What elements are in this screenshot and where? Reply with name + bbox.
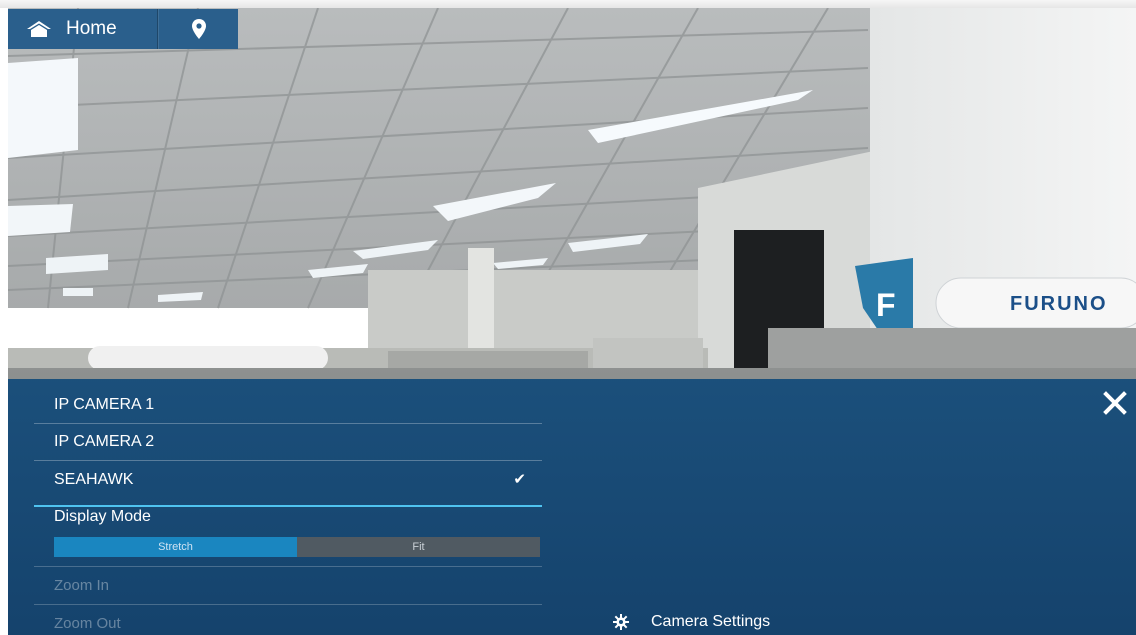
zoom-in-button[interactable]: Zoom In xyxy=(34,566,542,603)
display-mode-fit[interactable]: Fit xyxy=(297,537,540,557)
camera-item-label: IP CAMERA 1 xyxy=(54,396,155,413)
home-icon xyxy=(27,21,51,37)
camera-item-label: IP CAMERA 2 xyxy=(54,433,155,450)
camera-app: F FURUNO Home IP CAMERA 1 IP CAMERA 2 SE… xyxy=(0,0,1136,635)
camera-settings-button[interactable]: Camera Settings xyxy=(613,613,770,631)
furuno-radome-text: FURUNO xyxy=(1010,293,1108,315)
camera-item-label: SEAHAWK xyxy=(54,471,134,488)
home-button-label: Home xyxy=(66,18,117,39)
camera-selection-panel: IP CAMERA 1 IP CAMERA 2 SEAHAWK ✔ Displa… xyxy=(8,379,1136,635)
display-mode-stretch[interactable]: Stretch xyxy=(54,537,297,557)
display-mode-toggle: Stretch Fit xyxy=(54,537,540,557)
location-pin-icon xyxy=(191,19,206,39)
location-button[interactable] xyxy=(158,9,238,49)
svg-text:F: F xyxy=(876,287,896,323)
camera-list: IP CAMERA 1 IP CAMERA 2 SEAHAWK ✔ xyxy=(34,387,542,507)
camera-item-ip-camera-1[interactable]: IP CAMERA 1 xyxy=(34,387,542,424)
camera-item-seahawk[interactable]: SEAHAWK ✔ xyxy=(34,461,542,507)
home-button[interactable]: Home xyxy=(8,9,158,49)
camera-item-ip-camera-2[interactable]: IP CAMERA 2 xyxy=(34,424,542,461)
top-strip xyxy=(0,0,1136,8)
close-icon[interactable] xyxy=(1102,390,1128,416)
gear-icon xyxy=(613,614,629,630)
zoom-out-button[interactable]: Zoom Out xyxy=(34,604,542,635)
display-mode-label: Display Mode xyxy=(54,508,151,525)
checkmark-icon: ✔ xyxy=(513,471,526,488)
top-navigation-bar: Home xyxy=(8,9,238,49)
camera-settings-label: Camera Settings xyxy=(651,613,771,630)
